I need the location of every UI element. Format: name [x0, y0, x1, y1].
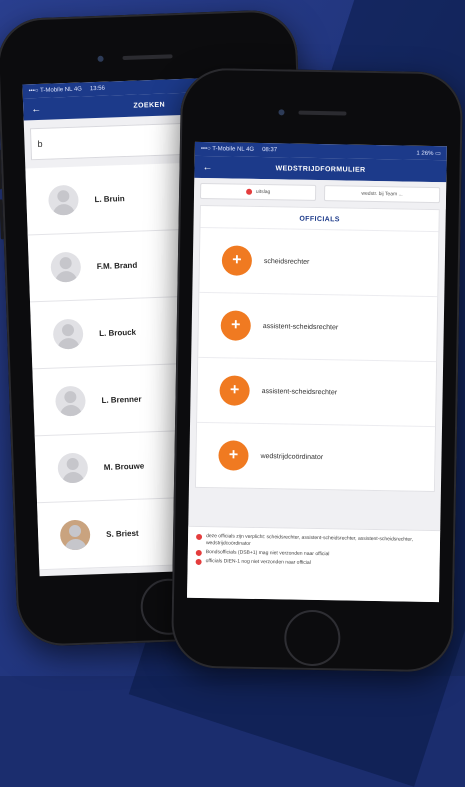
search-input-value: b: [37, 139, 42, 149]
add-official-button[interactable]: +: [219, 375, 250, 406]
front-camera: [97, 56, 103, 62]
note-item: officials DIEN-1 nog niet verzonden naar…: [196, 558, 434, 569]
tab-wedstrijd[interactable]: wedstr. bij Team ...: [324, 185, 440, 203]
note-item: deze officials zijn verplicht: scheidsre…: [196, 533, 434, 551]
role-row: + assistent-scheidsrechter: [198, 292, 437, 361]
phone-front: •••○ T-Mobile NL 4G 08:37 1 26% ▭ ← WEDS…: [171, 68, 463, 673]
clock-text: 08:37: [262, 147, 277, 153]
role-row: + wedstrijdcoördinator: [196, 422, 435, 491]
person-name: M. Brouwe: [104, 461, 145, 471]
note-text: officials DIEN-1 nog niet verzonden naar…: [206, 558, 311, 567]
back-arrow-icon[interactable]: ←: [202, 161, 222, 172]
officials-card: OFFICIALS + scheidsrechter + assistent-s…: [195, 205, 440, 492]
role-label: scheidsrechter: [264, 258, 310, 266]
avatar: [50, 252, 81, 283]
avatar: [55, 386, 86, 417]
note-text: deze officials zijn verplicht: scheidsre…: [206, 533, 434, 551]
home-button: [284, 609, 341, 666]
warning-dot-icon: [196, 550, 202, 556]
avatar-photo: [60, 519, 91, 550]
clock-text: 13:56: [90, 86, 105, 93]
page-title: WEDSTRIJDFORMULIER: [222, 164, 438, 175]
earpiece-speaker: [122, 54, 172, 60]
back-arrow-icon[interactable]: ←: [31, 103, 51, 115]
notes-panel: deze officials zijn verplicht: scheidsre…: [187, 526, 440, 602]
volume-up-button: [0, 149, 2, 189]
person-name: S. Briest: [106, 528, 139, 538]
tab-uitslag[interactable]: uitslag: [200, 183, 316, 201]
role-row: + scheidsrechter: [199, 227, 438, 296]
earpiece-speaker: [298, 111, 346, 116]
role-row: + assistent-scheidsrechter: [197, 357, 436, 426]
front-screen: •••○ T-Mobile NL 4G 08:37 1 26% ▭ ← WEDS…: [187, 142, 447, 602]
add-official-button[interactable]: +: [222, 245, 253, 276]
person-name: L. Bruin: [94, 194, 125, 204]
avatar: [48, 185, 79, 216]
carrier-text: •••○ T-Mobile NL 4G: [201, 146, 254, 153]
tab-label: uitslag: [256, 189, 271, 195]
warning-dot-icon: [246, 189, 252, 195]
note-text: Bondsofficials (DSB+1) mag niet verzonde…: [206, 549, 330, 558]
add-official-button[interactable]: +: [218, 440, 249, 471]
volume-down-button: [0, 199, 4, 239]
warning-dot-icon: [196, 559, 202, 565]
avatar: [57, 453, 88, 484]
carrier-text: •••○ T-Mobile NL 4G: [29, 86, 82, 94]
warning-dot-icon: [196, 534, 202, 540]
role-label: wedstrijdcoördinator: [260, 453, 323, 461]
battery-text: 1 26% ▭: [416, 149, 440, 156]
person-name: F.M. Brand: [97, 260, 138, 270]
tab-label: wedstr. bij Team ...: [361, 191, 402, 198]
person-name: L. Brouck: [99, 327, 136, 337]
role-label: assistent-scheidsrechter: [263, 323, 339, 331]
front-camera: [278, 109, 284, 115]
role-label: assistent-scheidsrechter: [262, 388, 338, 396]
person-name: L. Brenner: [101, 394, 141, 404]
add-official-button[interactable]: +: [221, 310, 252, 341]
avatar: [53, 319, 84, 350]
